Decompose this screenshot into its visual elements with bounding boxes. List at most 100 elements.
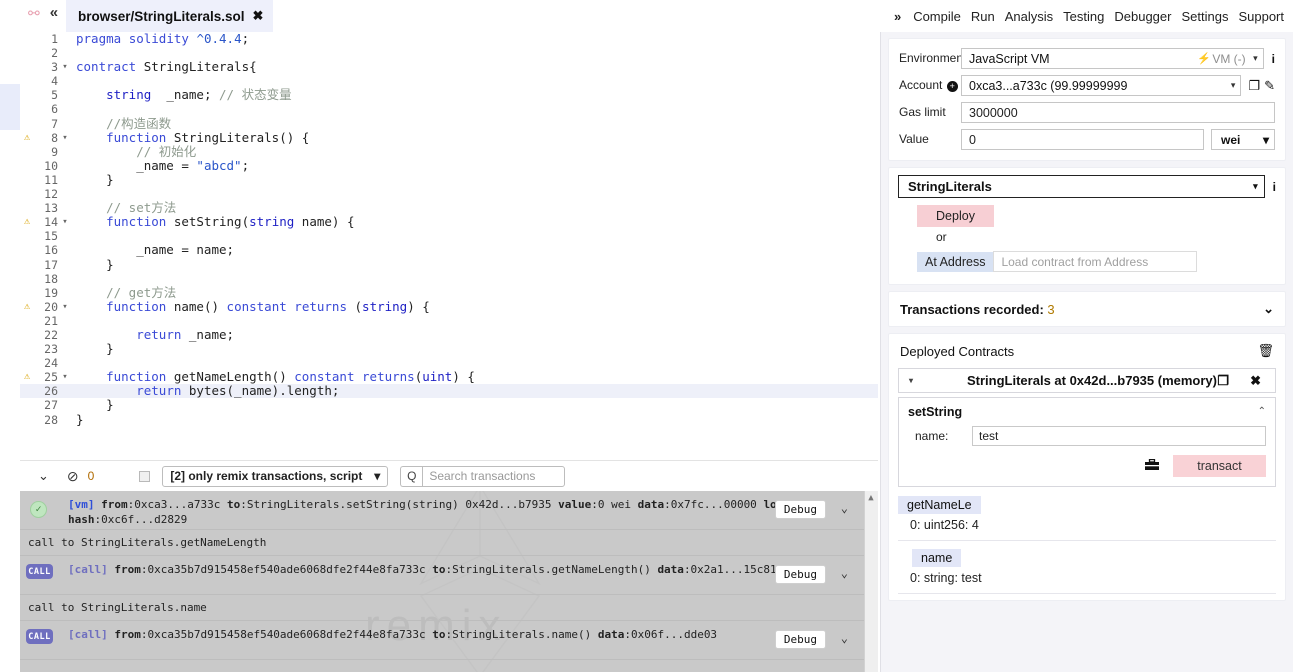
chevron-down-icon[interactable]: ⌄ (841, 566, 848, 580)
fold-icon[interactable]: ▾ (60, 60, 70, 74)
transactions-recorded-card[interactable]: Transactions recorded: 3 ⌄ (888, 291, 1286, 327)
line-number: 4 (51, 74, 58, 89)
log-token: :0x06f...dde03 (624, 628, 718, 641)
fold-icon[interactable]: ▾ (60, 131, 70, 145)
warning-icon[interactable]: ⚠ (20, 370, 34, 384)
nav-item-testing[interactable]: Testing (1058, 9, 1109, 24)
listen-toggle[interactable] (139, 470, 151, 482)
chevron-down-icon[interactable]: ⌄ (38, 468, 49, 484)
nav-item-compile[interactable]: Compile (908, 9, 966, 24)
chevron-up-icon[interactable]: ⌃ (1258, 406, 1266, 417)
tab-stringliterals-sol[interactable]: browser/StringLiterals.sol ✖ (66, 0, 274, 32)
log-body: [call] from:0xca35b7d915458ef540ade6068d… (28, 627, 878, 642)
code-token: string (249, 214, 295, 230)
fold-icon[interactable]: ▾ (60, 300, 70, 314)
terminal-scrollbar[interactable]: ▲ (864, 491, 878, 672)
code-token: constant (294, 369, 355, 385)
log-row-note[interactable]: call to StringLiterals.getNameLength (20, 530, 878, 556)
nav-item-settings[interactable]: Settings (1176, 9, 1233, 24)
code-text: } (70, 412, 84, 427)
deployed-contracts-title: Deployed Contracts (900, 343, 1015, 359)
code-line: 15 (20, 229, 878, 243)
chevron-down-icon[interactable]: ▾ (909, 376, 913, 385)
nav-item-run[interactable]: Run (966, 9, 1000, 24)
debug-button[interactable]: Debug (774, 500, 826, 519)
briefcase-icon[interactable] (1145, 458, 1159, 474)
code-text: } (70, 342, 114, 356)
clear-console-icon[interactable]: ⊘ (67, 468, 79, 485)
line-number: 10 (44, 158, 58, 173)
debug-button[interactable]: Debug (774, 630, 826, 649)
account-label: Account + (899, 79, 961, 92)
function-param-input[interactable]: test (972, 426, 1266, 446)
info-icon[interactable]: i (1272, 52, 1275, 66)
account-select[interactable]: 0xca3...a733c (99.99999999 ▾ (961, 75, 1242, 96)
log-row-transaction[interactable]: CALL [call] from:0xca35b7d915458ef540ade6… (20, 556, 878, 595)
at-address-input[interactable]: Load contract from Address (993, 251, 1198, 272)
value-label: Value (899, 132, 929, 146)
warning-icon[interactable]: ⚠ (20, 300, 34, 314)
chevron-down-icon[interactable]: ⌄ (841, 631, 848, 645)
trash-icon[interactable]: 🗑 (1257, 343, 1274, 359)
editor-tabstrip: browser/StringLiterals.sol ✖ (66, 0, 274, 32)
tab-label: browser/StringLiterals.sol (78, 8, 245, 24)
line-number: 8 (51, 130, 58, 145)
nav-item-analysis[interactable]: Analysis (1000, 9, 1058, 24)
transactions-recorded-row[interactable]: Transactions recorded: 3 ⌄ (889, 292, 1285, 326)
copy-icon[interactable]: ❐ (1248, 78, 1260, 94)
environment-select[interactable]: JavaScript VM ⚡ VM (-) ▾ (961, 48, 1264, 69)
deploy-button[interactable]: Deploy (917, 205, 994, 227)
log-token: :StringLiterals.getNameLength() (445, 563, 658, 576)
warning-icon[interactable]: ⚠ (20, 131, 34, 145)
code-line: 23 } (20, 342, 878, 357)
log-body: [call] from:0xca35b7d915458ef540ade6068d… (28, 562, 878, 577)
log-row-transaction[interactable]: ✓ [vm] from:0xca3...a733c to:StringLitera… (20, 491, 878, 530)
deployed-contracts-header: Deployed Contracts 🗑 (889, 334, 1285, 368)
gas-limit-input[interactable]: 3000000 (961, 102, 1275, 123)
warning-icon[interactable]: ⚠ (20, 215, 34, 229)
debug-button[interactable]: Debug (774, 565, 826, 584)
transact-button[interactable]: transact (1173, 455, 1266, 477)
code-token: pragma (76, 32, 122, 46)
deployed-contract-item: ▾ StringLiterals at 0x42d...b7935 (memor… (898, 368, 1276, 487)
log-row-note[interactable]: call to StringLiterals.name (20, 595, 878, 621)
collapse-panel-icon[interactable]: « (50, 5, 58, 20)
code-token: ( (346, 298, 363, 314)
search-transactions-input[interactable]: Search transactions (422, 465, 566, 487)
chevron-down-icon[interactable]: ⌄ (841, 501, 848, 515)
result-pill-name[interactable]: name (912, 549, 962, 567)
code-editor[interactable]: 1 pragma solidity ^0.4.4; 2 3 ▾ contract Stri… (20, 32, 878, 460)
value-unit-select[interactable]: wei ▾ (1211, 129, 1275, 150)
deployed-contract-header[interactable]: ▾ StringLiterals at 0x42d...b7935 (memor… (898, 368, 1276, 393)
result-pill-getnamelength[interactable]: getNameLe (898, 496, 981, 514)
fold-icon[interactable]: ▾ (60, 370, 70, 384)
edit-icon[interactable]: ✎ (1264, 78, 1275, 94)
code-text: // set方法 (70, 201, 176, 215)
code-line: ⚠ 14 ▾ function setString(string name) { (20, 214, 878, 230)
close-icon[interactable]: ✖ (253, 8, 264, 24)
value-input[interactable]: 0 (961, 129, 1204, 150)
scroll-up-icon[interactable]: ▲ (865, 493, 877, 503)
terminal-log[interactable]: remix ✓ [vm] from:0xca3...a733c to:String… (20, 491, 878, 672)
transaction-filter-select[interactable]: [2] only remix transactions, script ▾ (162, 465, 389, 487)
fold-icon[interactable]: ▾ (60, 215, 70, 229)
nav-item-debugger[interactable]: Debugger (1109, 9, 1176, 24)
plugin-icon[interactable]: ⚯ (28, 6, 40, 20)
nav-item-support[interactable]: Support (1233, 9, 1289, 24)
at-address-button[interactable]: At Address (917, 251, 994, 272)
code-token: _name = name; (76, 242, 235, 258)
log-token: to (432, 628, 446, 641)
code-text: //构造函数 (70, 116, 171, 131)
copy-icon[interactable]: ❐ (1217, 373, 1229, 389)
log-row-transaction[interactable]: CALL [call] from:0xca35b7d915458ef540ade6… (20, 621, 878, 660)
contract-select[interactable]: StringLiterals ▾ (898, 175, 1265, 198)
close-icon[interactable]: ✖ (1250, 373, 1261, 389)
chevron-down-icon[interactable]: ⌄ (1263, 301, 1274, 317)
top-nav: » Compile Run Analysis Testing Debugger … (894, 0, 1289, 32)
add-account-icon[interactable]: + (946, 81, 958, 92)
info-icon[interactable]: i (1273, 180, 1276, 194)
chevron-right-double-icon[interactable]: » (894, 9, 901, 24)
